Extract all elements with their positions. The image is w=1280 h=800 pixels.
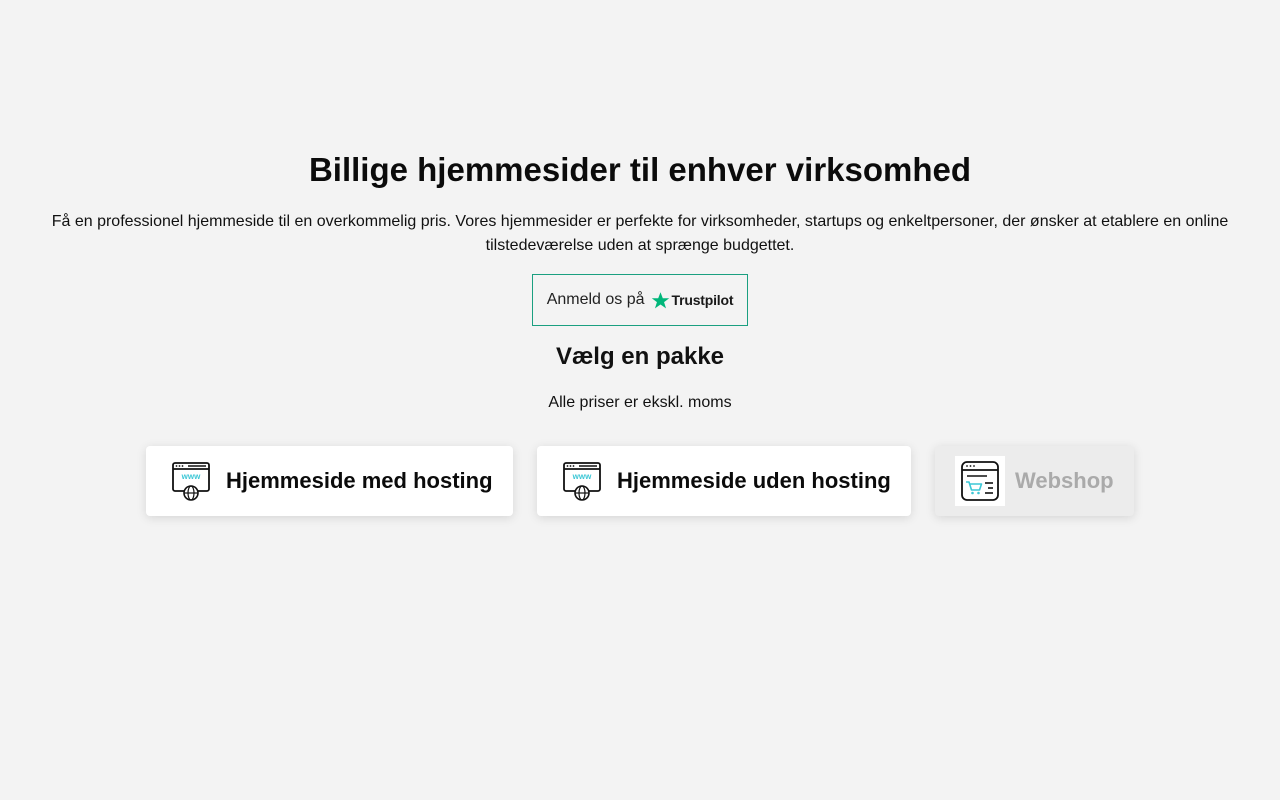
- trustpilot-prefix: Anmeld os på: [546, 291, 645, 308]
- shopping-cart-browser-icon: [955, 456, 1005, 506]
- trustpilot-logo: Trustpilot: [651, 291, 734, 310]
- package-card-with-hosting[interactable]: www Hjemmeside med hosting: [146, 446, 513, 516]
- hero-description: Få en professionel hjemmeside til en ove…: [40, 210, 1240, 258]
- www-globe-icon: www: [172, 462, 210, 501]
- svg-text:www: www: [572, 472, 592, 481]
- package-label: Hjemmeside uden hosting: [617, 468, 891, 493]
- hero-description-line-2: tilstedeværelse uden at sprænge budgette…: [485, 237, 795, 254]
- packages-title: Vælg en pakke: [555, 343, 725, 370]
- package-card-webshop[interactable]: Webshop: [935, 446, 1134, 516]
- trustpilot-wordmark: Trustpilot: [671, 292, 734, 308]
- hero-description-line-1: Få en professionel hjemmeside til en ove…: [51, 213, 1229, 230]
- page-title: Billige hjemmesider til enhver virksomhe…: [308, 151, 972, 188]
- www-globe-icon: www: [563, 462, 601, 501]
- page: Billige hjemmesider til enhver virksomhe…: [0, 0, 1280, 800]
- star-icon: [651, 291, 669, 308]
- trustpilot-review-button[interactable]: Anmeld os på Trustpilot: [532, 274, 748, 326]
- packages-subtitle: Alle priser er ekskl. moms: [548, 394, 732, 411]
- package-label: Webshop: [1015, 468, 1114, 493]
- svg-text:www: www: [181, 472, 201, 481]
- package-card-without-hosting[interactable]: www Hjemmeside uden hosting: [537, 446, 911, 516]
- package-label: Hjemmeside med hosting: [226, 468, 493, 493]
